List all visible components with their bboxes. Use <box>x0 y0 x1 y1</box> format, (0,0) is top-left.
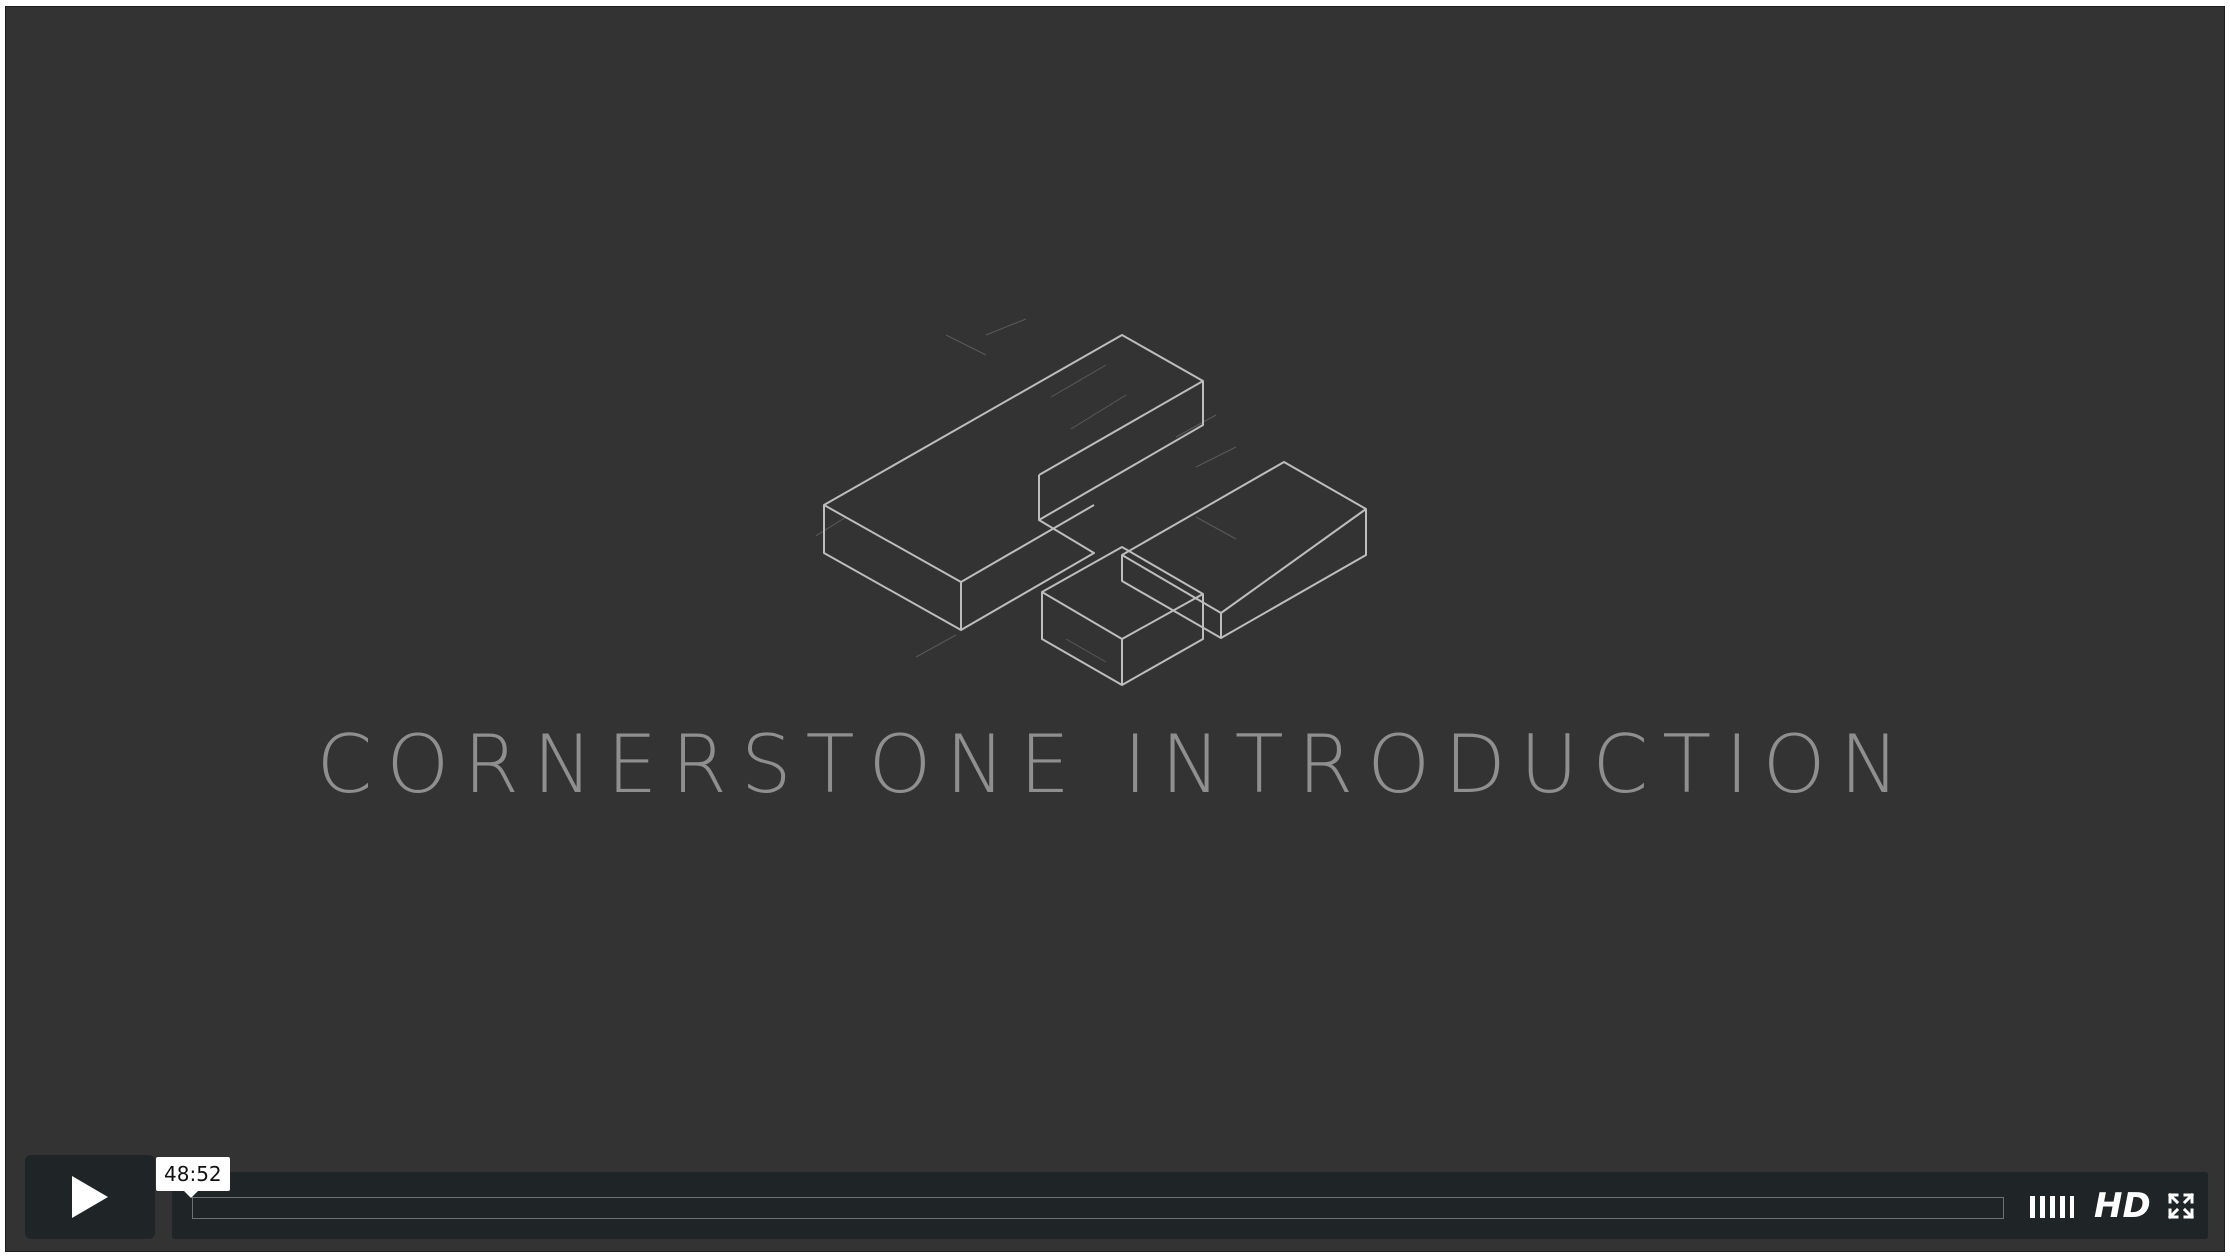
volume-bars-icon[interactable] <box>2028 1190 2076 1222</box>
fullscreen-icon[interactable] <box>2166 1190 2196 1222</box>
cornerstone-logo <box>816 318 1367 686</box>
hd-toggle[interactable]: HD <box>2094 1186 2151 1226</box>
video-player[interactable]: CORNERSTONE INTRODUCTION HD 48:52 <box>5 6 2225 1252</box>
video-title: CORNERSTONE INTRODUCTION <box>316 718 1914 811</box>
progress-bar[interactable] <box>192 1197 2004 1219</box>
play-button[interactable] <box>25 1155 155 1239</box>
play-icon <box>72 1176 108 1218</box>
duration-tooltip: 48:52 <box>156 1157 230 1198</box>
control-bar: HD <box>172 1172 2208 1239</box>
